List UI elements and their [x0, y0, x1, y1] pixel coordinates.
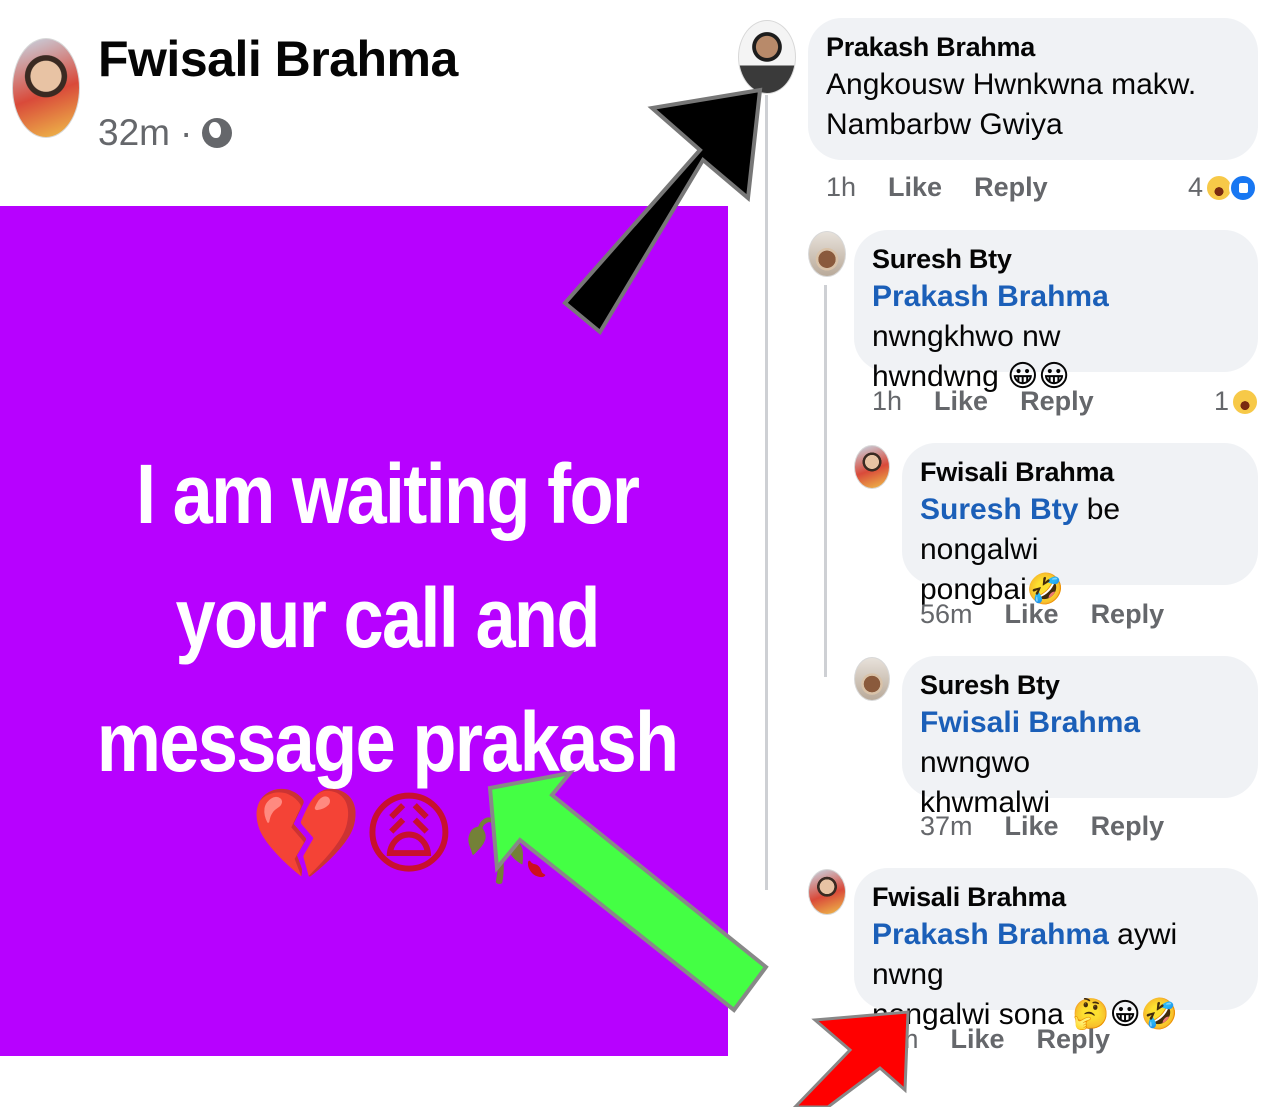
annotation-arrows: [487, 87, 910, 1107]
black-arrow: [562, 87, 763, 336]
red-arrow: [792, 1010, 910, 1107]
green-arrow: [487, 770, 769, 1013]
